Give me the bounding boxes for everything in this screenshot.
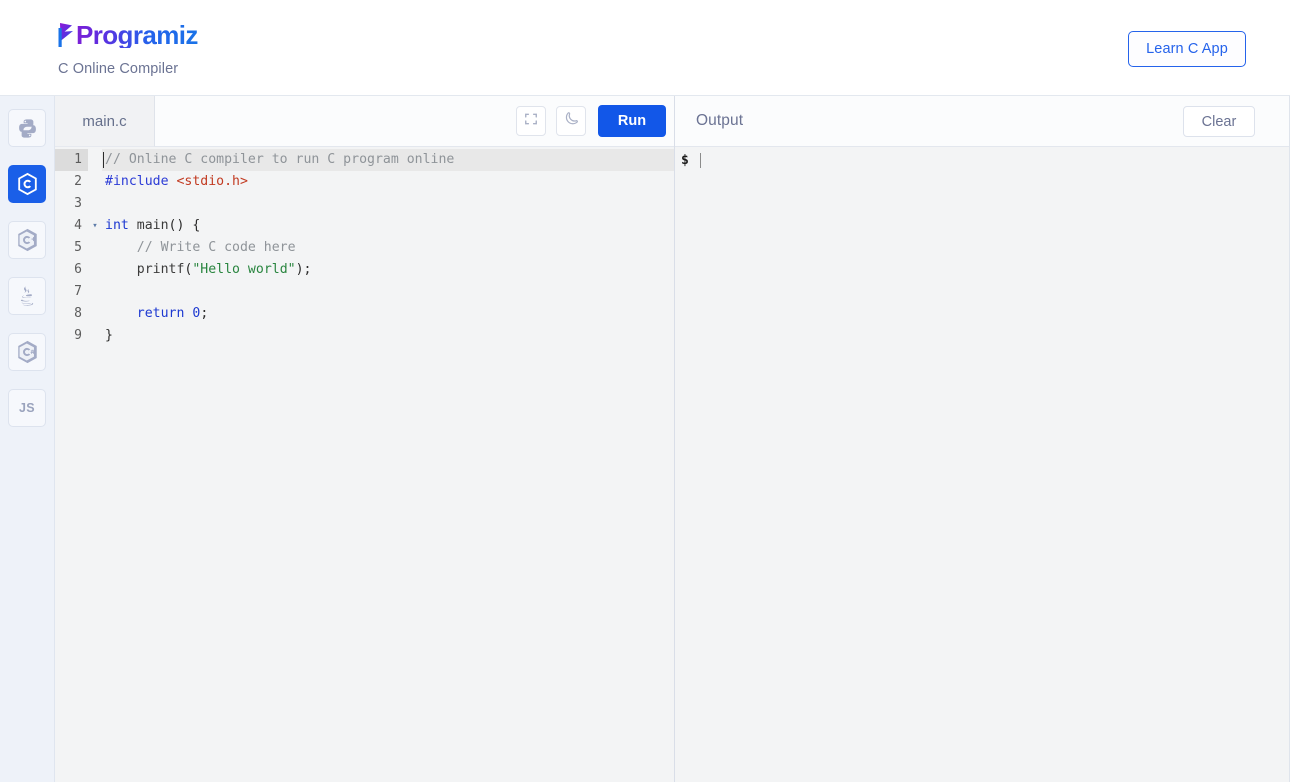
sidebar-item-csharp[interactable] — [8, 333, 46, 371]
sidebar-item-java[interactable] — [8, 277, 46, 315]
code-line[interactable]: 3 — [55, 193, 674, 215]
fold-spacer — [88, 281, 102, 303]
sidebar-item-c[interactable] — [8, 165, 46, 203]
token-fn: printf — [136, 262, 185, 277]
fullscreen-button[interactable] — [516, 106, 546, 136]
code-line[interactable]: 7 — [55, 281, 674, 303]
output-title: Output — [696, 112, 744, 129]
token-str: "Hello world" — [192, 262, 296, 277]
line-number: 6 — [55, 259, 88, 281]
logo-text: Programiz — [76, 20, 198, 50]
token-comment: // Write C code here — [105, 240, 296, 255]
learn-c-app-button[interactable]: Learn C App — [1128, 31, 1246, 67]
fold-spacer — [88, 259, 102, 281]
token-kw: return — [136, 306, 185, 321]
code-line[interactable]: 9} — [55, 325, 674, 347]
csharp-icon — [16, 340, 39, 364]
code-text[interactable] — [102, 281, 674, 303]
fold-spacer — [88, 325, 102, 347]
line-number: 7 — [55, 281, 88, 303]
code-line[interactable]: 2 #include <stdio.h> — [55, 171, 674, 193]
sidebar-item-cpp[interactable] — [8, 221, 46, 259]
editor-panel: main.c Run 1// Online C compiler to run … — [55, 96, 675, 782]
token-plain: ); — [295, 262, 312, 277]
theme-toggle-button[interactable] — [556, 106, 586, 136]
code-line[interactable]: 8 return 0; — [55, 303, 674, 325]
run-button[interactable]: Run — [598, 105, 666, 137]
sidebar-item-python[interactable] — [8, 109, 46, 147]
code-text[interactable]: #include <stdio.h> — [102, 171, 674, 193]
console-caret — [699, 152, 701, 168]
token-plain: () { — [168, 218, 201, 233]
code-editor[interactable]: 1 // Online C compiler to run C program o… — [55, 147, 674, 782]
code-text[interactable]: // Write C code here — [102, 237, 674, 259]
line-number: 3 — [55, 193, 88, 215]
file-tab-main-c[interactable]: main.c — [55, 96, 155, 147]
fullscreen-icon — [524, 112, 538, 131]
line-number: 5 — [55, 237, 88, 259]
clear-button[interactable]: Clear — [1183, 106, 1255, 137]
js-icon: JS — [19, 401, 35, 415]
fold-spacer — [88, 237, 102, 259]
c-icon — [16, 172, 39, 196]
code-text[interactable]: return 0; — [102, 303, 674, 325]
prompt-symbol: $ — [681, 152, 689, 168]
editor-toolbar: main.c Run — [55, 96, 674, 147]
code-text[interactable]: } — [102, 325, 674, 347]
page-title: C Online Compiler — [58, 61, 179, 77]
token-plain: ; — [200, 306, 209, 321]
token-plain: } — [105, 328, 113, 343]
fold-spacer — [88, 171, 102, 193]
java-icon — [17, 285, 38, 307]
programiz-arrow-logo — [58, 22, 75, 48]
code-line[interactable]: 1 // Online C compiler to run C program o… — [55, 149, 674, 171]
code-line[interactable]: 5 // Write C code here — [55, 237, 674, 259]
token-header: <stdio.h> — [176, 174, 248, 189]
fold-spacer — [88, 303, 102, 325]
line-number: 8 — [55, 303, 88, 325]
line-number: 1 — [55, 149, 88, 171]
moon-icon — [564, 111, 579, 131]
token-kw: int — [105, 218, 129, 233]
app-header: Programiz C Online Compiler Learn C App — [0, 0, 1290, 96]
fold-spacer — [88, 193, 102, 215]
line-number: 9 — [55, 325, 88, 347]
code-text[interactable]: printf("Hello world"); — [102, 259, 674, 281]
fold-chevron-icon[interactable]: ▾ — [88, 215, 102, 237]
code-line[interactable]: 6 printf("Hello world"); — [55, 259, 674, 281]
token-pre: #include — [105, 174, 177, 189]
code-line[interactable]: 4 ▾ int main() { — [55, 215, 674, 237]
output-console[interactable]: $ — [675, 147, 1289, 782]
code-text[interactable]: // Online C compiler to run C program on… — [102, 149, 674, 171]
output-panel: Output Clear $ — [675, 96, 1290, 782]
python-icon — [17, 118, 38, 139]
cpp-icon — [16, 228, 39, 252]
console-prompt-row: $ — [675, 150, 1289, 170]
token-fn: main — [136, 218, 169, 233]
token-comment: // Online C compiler to run C program on… — [105, 152, 455, 167]
code-text[interactable]: int main() { — [102, 215, 674, 237]
editor-caret — [103, 152, 104, 168]
line-number: 2 — [55, 171, 88, 193]
brand: Programiz C Online Compiler — [58, 22, 198, 78]
output-toolbar: Output Clear — [675, 96, 1289, 147]
code-text[interactable] — [102, 193, 674, 215]
fold-spacer — [88, 149, 102, 171]
line-number: 4 — [55, 215, 88, 237]
language-sidebar: JS — [0, 96, 55, 782]
sidebar-item-javascript[interactable]: JS — [8, 389, 46, 427]
